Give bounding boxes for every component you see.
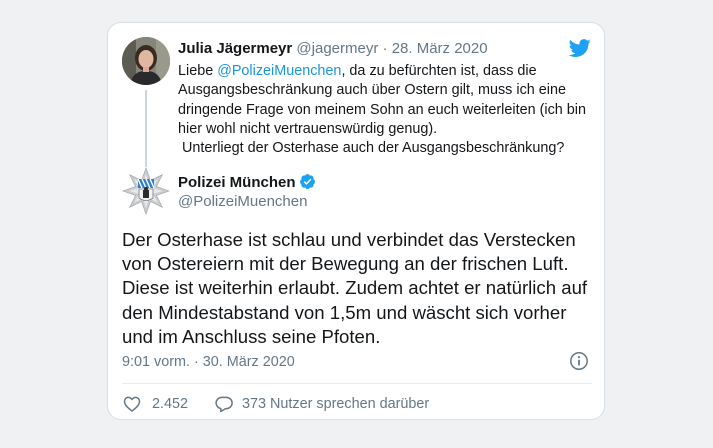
embedded-tweet-card: Julia Jägermeyr @jagermeyr · 28. März 20… [107, 22, 605, 420]
info-icon[interactable] [569, 351, 589, 371]
reply-text: Liebe @PolizeiMuenchen, da zu befürchten… [178, 62, 590, 158]
speech-bubble-icon [215, 396, 233, 413]
tweet-author-name-text: Polizei München [178, 174, 296, 191]
tweet-author-handle[interactable]: @PolizeiMuenchen [178, 193, 307, 211]
reply-author-name[interactable]: Julia Jägermeyr [178, 40, 292, 57]
divider [122, 383, 592, 384]
tweet-author-name[interactable]: Polizei München [178, 173, 316, 192]
reply-header: Julia Jägermeyr @jagermeyr · 28. März 20… [178, 40, 488, 58]
thread-connector-line [145, 90, 147, 167]
twitter-bird-icon[interactable] [567, 37, 593, 59]
tweet-text: Der Osterhase ist schlau und verbindet d… [122, 229, 588, 347]
like-count: 2.452 [152, 396, 189, 412]
heart-icon [123, 396, 141, 412]
person-photo-icon [122, 37, 170, 85]
separator-dot: · [382, 40, 388, 57]
reply-text-prefix: Liebe [178, 63, 218, 79]
reply-conversation-button[interactable]: 373 Nutzer sprechen darüber [214, 394, 454, 414]
reply-date[interactable]: 28. März 2020 [392, 40, 488, 57]
verified-badge-icon [299, 174, 315, 190]
replies-label: 373 Nutzer sprechen darüber [242, 396, 430, 412]
tweet-timestamp[interactable]: 9:01 vorm. · 30. März 2020 [122, 353, 295, 371]
reply-author-handle[interactable]: @jagermeyr [296, 40, 378, 57]
polizei-star-badge-icon[interactable] [122, 167, 170, 215]
mention-link[interactable]: @PolizeiMuenchen [217, 63, 341, 79]
julia-avatar[interactable] [122, 37, 170, 85]
like-button[interactable]: 2.452 [122, 394, 202, 414]
